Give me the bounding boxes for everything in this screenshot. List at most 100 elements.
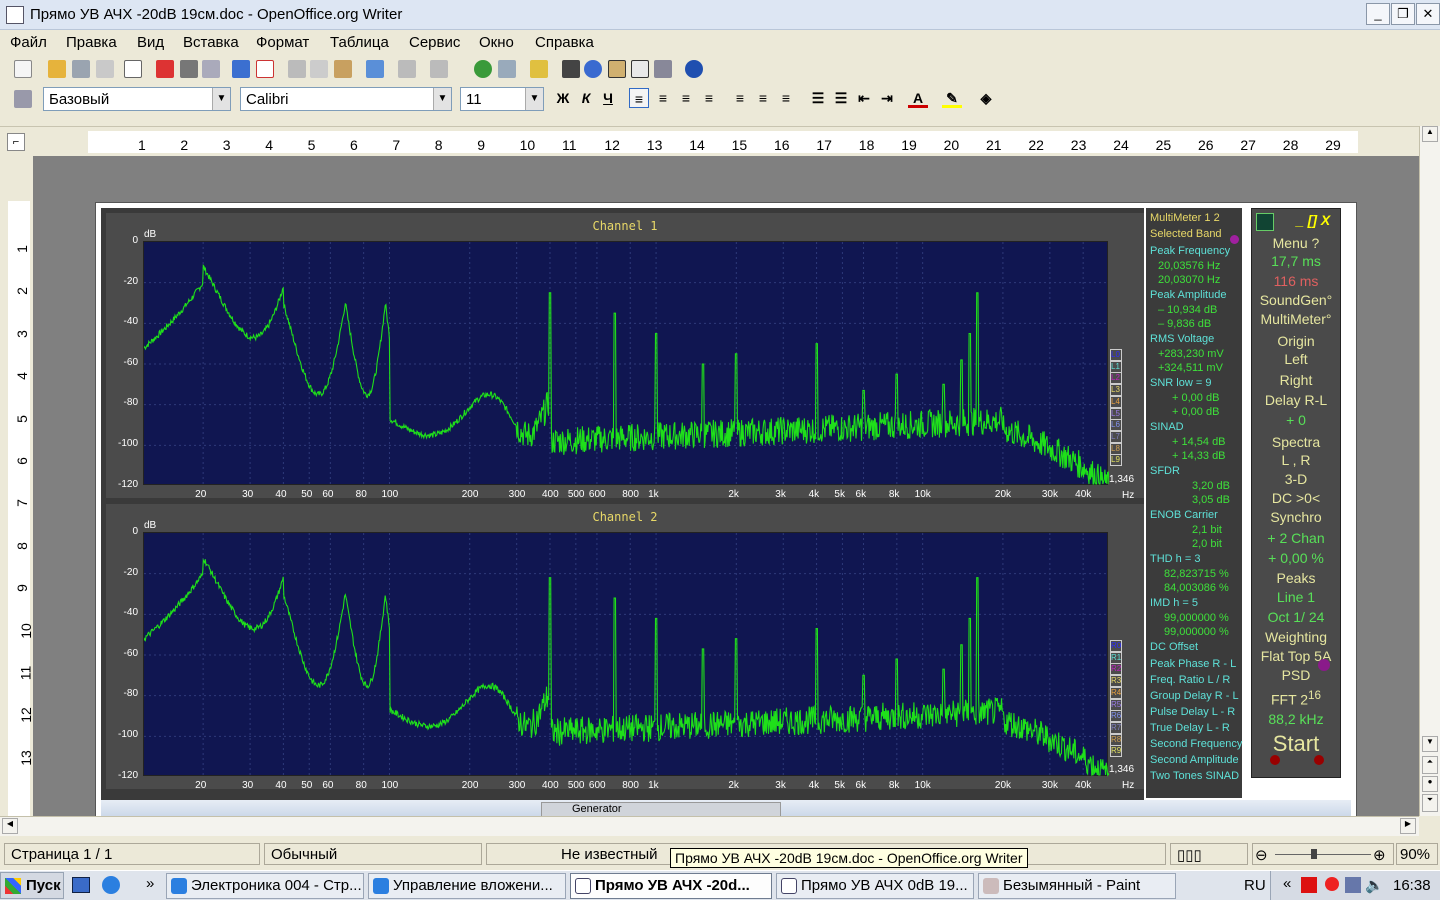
zoom-level[interactable]: 90% <box>1396 843 1438 865</box>
start-button[interactable]: Start <box>1252 731 1340 757</box>
navigation-icon[interactable]: ● <box>1422 776 1438 792</box>
control-multimeter[interactable]: MultiMeter° <box>1252 311 1340 327</box>
control-d3[interactable]: 3-D <box>1252 471 1340 487</box>
menu-window[interactable]: Окно <box>479 34 514 51</box>
print-preview-icon[interactable] <box>202 60 220 78</box>
meter-dc-offset[interactable]: DC Offset <box>1150 641 1198 653</box>
chevron-down-icon[interactable]: ▼ <box>433 88 451 110</box>
meter-sfdr[interactable]: SFDR <box>1150 465 1180 477</box>
previous-page-icon[interactable]: ⏶ <box>1422 756 1438 774</box>
hyperlink-icon[interactable] <box>474 60 492 78</box>
control-spectra[interactable]: Spectra <box>1252 434 1340 450</box>
tab-stop-icon[interactable]: ⌐ <box>7 133 25 151</box>
legend-entry[interactable]: L0 <box>1110 349 1122 361</box>
meter-group-delay[interactable]: Group Delay R - L <box>1150 690 1239 702</box>
control-ms2[interactable]: 116 ms <box>1252 273 1340 289</box>
legend-entry[interactable]: R0 <box>1110 640 1122 652</box>
export-pdf-icon[interactable] <box>156 60 174 78</box>
gallery-icon[interactable] <box>608 60 626 78</box>
meter-peak-phase[interactable]: Peak Phase R - L <box>1150 658 1236 670</box>
background-color-icon[interactable]: ◈ <box>976 88 996 108</box>
menu-table[interactable]: Таблица <box>330 34 389 51</box>
formatting-marks-icon[interactable] <box>631 60 649 78</box>
zoom-slider[interactable]: ⊖ ⊕ <box>1252 843 1394 865</box>
volume-icon[interactable]: 🔈 <box>1365 876 1384 894</box>
open-folder-icon[interactable] <box>48 60 66 78</box>
styles-icon[interactable] <box>14 90 32 108</box>
ie-quicklaunch-icon[interactable] <box>102 876 120 894</box>
meter-peak-amplitude[interactable]: Peak Amplitude <box>1150 289 1226 301</box>
legend-entry[interactable]: R5 <box>1110 698 1122 711</box>
paste-icon[interactable] <box>334 60 352 78</box>
selected-band-indicator[interactable] <box>1230 235 1239 244</box>
page-style[interactable]: Обычный <box>264 843 482 865</box>
control-line[interactable]: Line 1 <box>1252 589 1340 605</box>
zoom-thumb[interactable] <box>1311 849 1317 859</box>
chevron-down-icon[interactable]: ▼ <box>525 88 543 110</box>
align-left-icon[interactable]: ≡ <box>629 88 649 108</box>
legend-entry[interactable]: L9 <box>1110 454 1122 467</box>
network-icon[interactable] <box>1345 877 1361 893</box>
zoom-icon[interactable] <box>654 60 672 78</box>
paragraph-style-select[interactable]: Базовый ▼ <box>43 87 231 111</box>
menu-format[interactable]: Формат <box>256 34 309 51</box>
control-synchro[interactable]: Synchro <box>1252 509 1340 525</box>
meter-imd[interactable]: IMD h = 5 <box>1150 597 1198 609</box>
document-page[interactable]: Channel 1 dB 0 -20 -40 -60 -80 -100 -120 20 30 4… <box>95 202 1357 822</box>
line-spacing-15-icon[interactable]: ≡ <box>753 88 773 108</box>
antivirus-icon[interactable] <box>1301 877 1317 893</box>
underline-button[interactable]: Ч <box>598 88 618 108</box>
meter-freq-ratio[interactable]: Freq. Ratio L / R <box>1150 674 1230 686</box>
task-writer-active[interactable]: Прямо УВ АЧХ -20d... <box>570 873 772 899</box>
close-button[interactable]: ✕ <box>1416 3 1440 25</box>
legend-entry[interactable]: R8 <box>1110 733 1122 746</box>
scroll-down-icon[interactable]: ▼ <box>1422 736 1438 752</box>
control-right[interactable]: Right <box>1252 372 1340 388</box>
navigator-icon[interactable] <box>584 60 602 78</box>
legend-entry[interactable]: L7 <box>1110 430 1122 443</box>
save-icon[interactable] <box>72 60 90 78</box>
language-indicator[interactable]: RU <box>1244 877 1266 894</box>
menu-insert[interactable]: Вставка <box>183 34 239 51</box>
legend-entry[interactable]: L8 <box>1110 442 1122 455</box>
minimize-button[interactable]: _ <box>1366 3 1390 25</box>
spectrum-analyzer-image[interactable]: Channel 1 dB 0 -20 -40 -60 -80 -100 -120 20 30 4… <box>101 208 1144 800</box>
copy-icon[interactable] <box>310 60 328 78</box>
spellcheck-icon[interactable] <box>232 60 250 78</box>
meter-true-delay[interactable]: True Delay L - R <box>1150 722 1230 734</box>
zoom-in-icon[interactable]: ⊕ <box>1373 846 1386 864</box>
page-indicator[interactable]: Страница 1 / 1 <box>4 843 260 865</box>
document-area[interactable]: Channel 1 dB 0 -20 -40 -60 -80 -100 -120 20 30 4… <box>33 156 1419 822</box>
redo-icon[interactable] <box>430 60 448 78</box>
menu-edit[interactable]: Правка <box>66 34 117 51</box>
new-document-icon[interactable] <box>14 60 32 78</box>
legend-entry[interactable]: R1 <box>1110 651 1122 664</box>
control-fft[interactable]: FFT 216 <box>1252 689 1340 708</box>
meter-title[interactable]: MultiMeter 1 2 <box>1150 212 1220 224</box>
zoom-out-icon[interactable]: ⊖ <box>1255 846 1268 864</box>
control-oct[interactable]: Oct 1/ 24 <box>1252 609 1340 625</box>
clock[interactable]: 16:38 <box>1393 877 1431 894</box>
table-icon[interactable] <box>498 60 516 78</box>
menu-file[interactable]: Файл <box>10 34 47 51</box>
psd-indicator[interactable] <box>1318 659 1330 671</box>
highlight-icon[interactable]: ✎ <box>942 88 962 108</box>
justify-icon[interactable]: ≡ <box>699 88 719 108</box>
legend-entry[interactable]: L3 <box>1110 384 1122 397</box>
task-writer-0db[interactable]: Прямо УВ АЧХ 0dB 19... <box>776 873 974 899</box>
scroll-right-icon[interactable]: ▶ <box>1400 818 1416 834</box>
font-size-select[interactable]: 11 ▼ <box>460 87 544 111</box>
legend-entry[interactable]: R4 <box>1110 686 1122 699</box>
control-dc[interactable]: DC >0< <box>1252 490 1340 506</box>
control-menu[interactable]: Menu ? <box>1252 235 1340 251</box>
undo-icon[interactable] <box>398 60 416 78</box>
find-replace-icon[interactable] <box>562 60 580 78</box>
view-layout-icon[interactable]: ▯▯▯ <box>1177 847 1202 864</box>
format-paintbrush-icon[interactable] <box>366 60 384 78</box>
legend-entry[interactable]: R7 <box>1110 721 1122 734</box>
meter-enob[interactable]: ENOB Carrier <box>1150 509 1218 521</box>
legend-entry[interactable]: L1 <box>1110 360 1122 373</box>
align-center-icon[interactable]: ≡ <box>653 88 673 108</box>
horizontal-scrollbar[interactable]: ◀ ▶ <box>0 816 1419 836</box>
control-origin[interactable]: Origin <box>1252 333 1340 349</box>
